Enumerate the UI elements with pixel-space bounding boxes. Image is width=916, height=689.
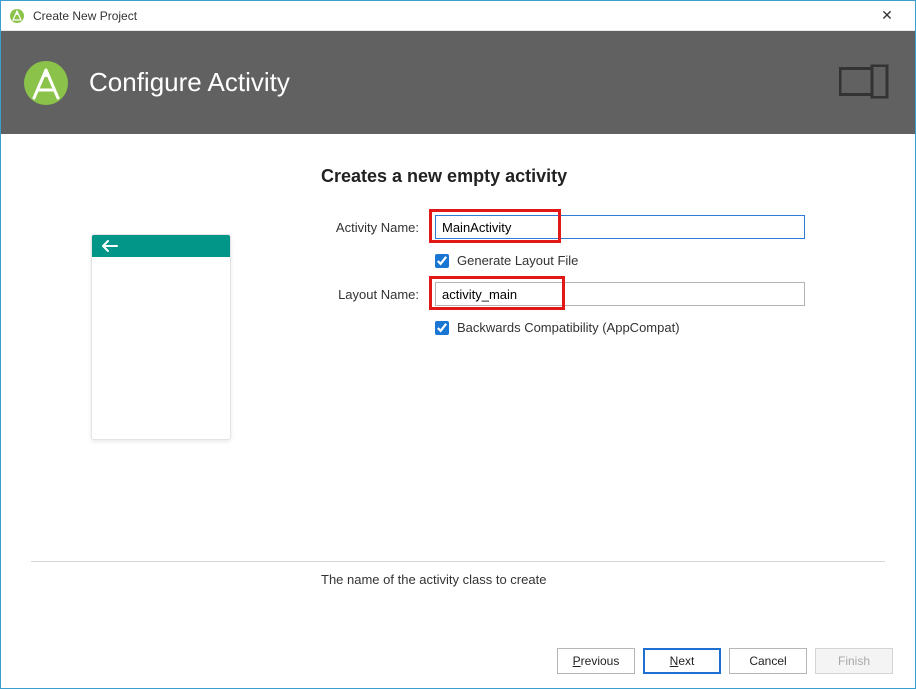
activity-name-input[interactable] <box>435 215 805 239</box>
cancel-button[interactable]: Cancel <box>729 648 807 674</box>
header-title: Configure Activity <box>89 67 290 98</box>
dialog-window: Create New Project ✕ Configure Activity <box>0 0 916 689</box>
finish-button: Finish <box>815 648 893 674</box>
activity-name-label: Activity Name: <box>321 220 435 235</box>
preview-column <box>31 166 311 619</box>
layout-name-label: Layout Name: <box>321 287 435 302</box>
back-arrow-icon <box>102 240 118 252</box>
layout-name-row: Layout Name: <box>321 280 885 308</box>
generate-layout-checkbox[interactable] <box>435 254 449 268</box>
next-button[interactable]: Next <box>643 648 721 674</box>
hint-area: The name of the activity class to create <box>31 561 885 587</box>
app-icon <box>9 8 25 24</box>
activity-name-row: Activity Name: <box>321 213 885 241</box>
backwards-compat-row: Backwards Compatibility (AppCompat) <box>321 320 885 335</box>
backwards-compat-checkbox[interactable] <box>435 321 449 335</box>
close-icon[interactable]: ✕ <box>867 7 907 24</box>
layout-name-input[interactable] <box>435 282 805 306</box>
backwards-compat-label[interactable]: Backwards Compatibility (AppCompat) <box>457 320 680 335</box>
wizard-header: Configure Activity <box>1 31 915 134</box>
button-bar: Previous Next Cancel Finish <box>557 648 893 674</box>
previous-button[interactable]: Previous <box>557 648 635 674</box>
phone-preview-appbar <box>92 235 230 257</box>
wizard-body: Creates a new empty activity Activity Na… <box>1 134 915 619</box>
hint-text: The name of the activity class to create <box>31 572 885 587</box>
titlebar: Create New Project ✕ <box>1 1 915 31</box>
section-title: Creates a new empty activity <box>321 166 885 187</box>
device-icon <box>839 64 889 101</box>
hint-separator <box>31 561 885 562</box>
generate-layout-label[interactable]: Generate Layout File <box>457 253 578 268</box>
android-studio-logo-icon <box>23 60 69 106</box>
phone-preview <box>91 234 231 440</box>
form-column: Creates a new empty activity Activity Na… <box>311 166 885 619</box>
generate-layout-row: Generate Layout File <box>321 253 885 268</box>
window-title: Create New Project <box>33 9 867 23</box>
